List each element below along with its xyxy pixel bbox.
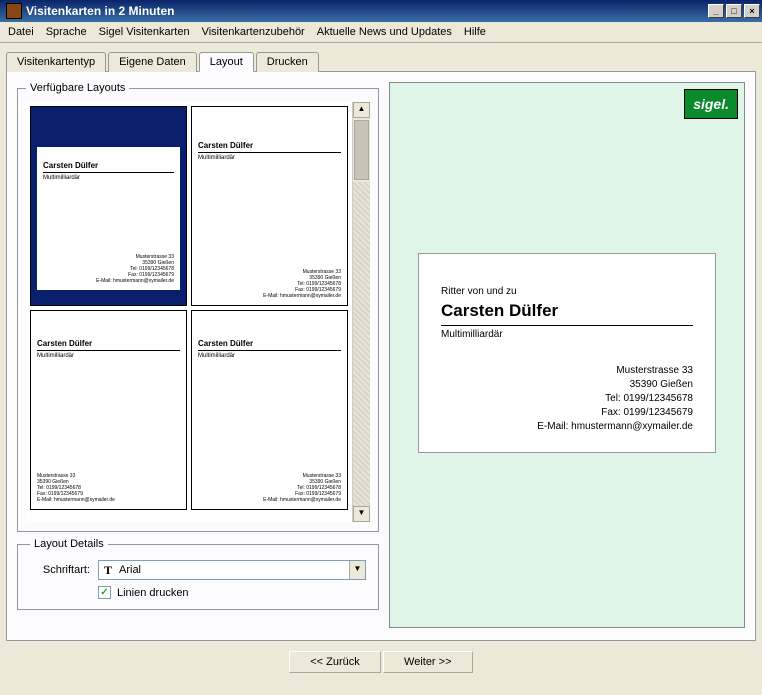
minimize-button[interactable]: _	[708, 4, 724, 18]
thumb-addr: Musterstrasse 3335390 GießenTel: 0199/12…	[96, 254, 174, 284]
font-name: Arial	[117, 564, 349, 576]
thumb-addr: Musterstrasse 3335390 GießenTel: 0199/12…	[263, 269, 341, 299]
tab-drucken[interactable]: Drucken	[256, 52, 319, 72]
thumb-name: Carsten Dülfer	[43, 161, 174, 173]
thumb-name: Carsten Dülfer	[198, 339, 341, 351]
menu-zubehoer[interactable]: Visitenkartenzubehör	[202, 26, 305, 38]
tab-layout[interactable]: Layout	[199, 52, 254, 72]
chevron-down-icon[interactable]: ▼	[349, 561, 365, 579]
back-button[interactable]: << Zurück	[289, 651, 381, 673]
thumb-name: Carsten Dülfer	[37, 339, 180, 351]
details-legend: Layout Details	[30, 538, 108, 550]
layouts-grid: Carsten Dülfer Multimilliardär Musterstr…	[26, 102, 352, 522]
close-button[interactable]: ×	[744, 4, 760, 18]
layouts-legend: Verfügbare Layouts	[26, 82, 129, 94]
scroll-track[interactable]	[353, 182, 370, 506]
menu-sigel[interactable]: Sigel Visitenkarten	[99, 26, 190, 38]
preview-subtitle: Multimilliardär	[441, 329, 693, 340]
titlebar: Visitenkarten in 2 Minuten _ □ ×	[0, 0, 762, 22]
font-icon: T	[99, 563, 117, 578]
tab-panel: Verfügbare Layouts Carsten Dülfer Multim…	[6, 71, 756, 641]
scroll-up-icon[interactable]: ▲	[353, 102, 370, 118]
layout-thumb-4[interactable]: Carsten Dülfer Multimilliardär Musterstr…	[191, 310, 348, 510]
details-fieldset: Layout Details Schriftart: T Arial ▼ ✓ L…	[17, 538, 379, 610]
tab-visitenkartentyp[interactable]: Visitenkartentyp	[6, 52, 106, 72]
menubar: Datei Sprache Sigel Visitenkarten Visite…	[0, 22, 762, 43]
menu-hilfe[interactable]: Hilfe	[464, 26, 486, 38]
menu-sprache[interactable]: Sprache	[46, 26, 87, 38]
layout-thumb-3[interactable]: Carsten Dülfer Multimilliardär Musterstr…	[30, 310, 187, 510]
menu-news[interactable]: Aktuelle News und Updates	[317, 26, 452, 38]
menu-datei[interactable]: Datei	[8, 26, 34, 38]
font-label: Schriftart:	[30, 564, 90, 576]
print-lines-checkbox[interactable]: ✓	[98, 586, 111, 599]
thumb-name: Carsten Dülfer	[198, 141, 341, 153]
thumb-addr: Musterstrasse 3335390 GießenTel: 0199/12…	[37, 473, 115, 503]
preview-address: Musterstrasse 33 35390 Gießen Tel: 0199/…	[537, 364, 693, 434]
thumb-sub: Multimilliardär	[198, 155, 341, 161]
print-lines-label: Linien drucken	[117, 587, 189, 599]
tab-eigene-daten[interactable]: Eigene Daten	[108, 52, 197, 72]
preview-name: Carsten Dülfer	[441, 299, 693, 326]
preview-card: Ritter von und zu Carsten Dülfer Multimi…	[418, 253, 716, 453]
app-icon	[6, 3, 22, 19]
thumb-sub: Multimilliardär	[37, 353, 180, 359]
font-select[interactable]: T Arial ▼	[98, 560, 366, 580]
preview-ritter: Ritter von und zu	[441, 286, 693, 297]
tab-strip: Visitenkartentyp Eigene Daten Layout Dru…	[6, 52, 756, 72]
window-title: Visitenkarten in 2 Minuten	[26, 4, 708, 18]
thumb-sub: Multimilliardär	[43, 175, 174, 181]
thumb-sub: Multimilliardär	[198, 353, 341, 359]
scroll-down-icon[interactable]: ▼	[353, 506, 370, 522]
scroll-thumb[interactable]	[354, 120, 369, 180]
scrollbar[interactable]: ▲ ▼	[352, 102, 370, 522]
next-button[interactable]: Weiter >>	[383, 651, 473, 673]
thumb-addr: Musterstrasse 3335390 GießenTel: 0199/12…	[263, 473, 341, 503]
maximize-button[interactable]: □	[726, 4, 742, 18]
wizard-buttons: << Zurück Weiter >>	[6, 651, 756, 673]
preview-area: sigel. Ritter von und zu Carsten Dülfer …	[389, 82, 745, 628]
layout-thumb-1[interactable]: Carsten Dülfer Multimilliardär Musterstr…	[30, 106, 187, 306]
layouts-fieldset: Verfügbare Layouts Carsten Dülfer Multim…	[17, 82, 379, 532]
brand-logo: sigel.	[684, 89, 738, 119]
layout-thumb-2[interactable]: Carsten Dülfer Multimilliardär Musterstr…	[191, 106, 348, 306]
